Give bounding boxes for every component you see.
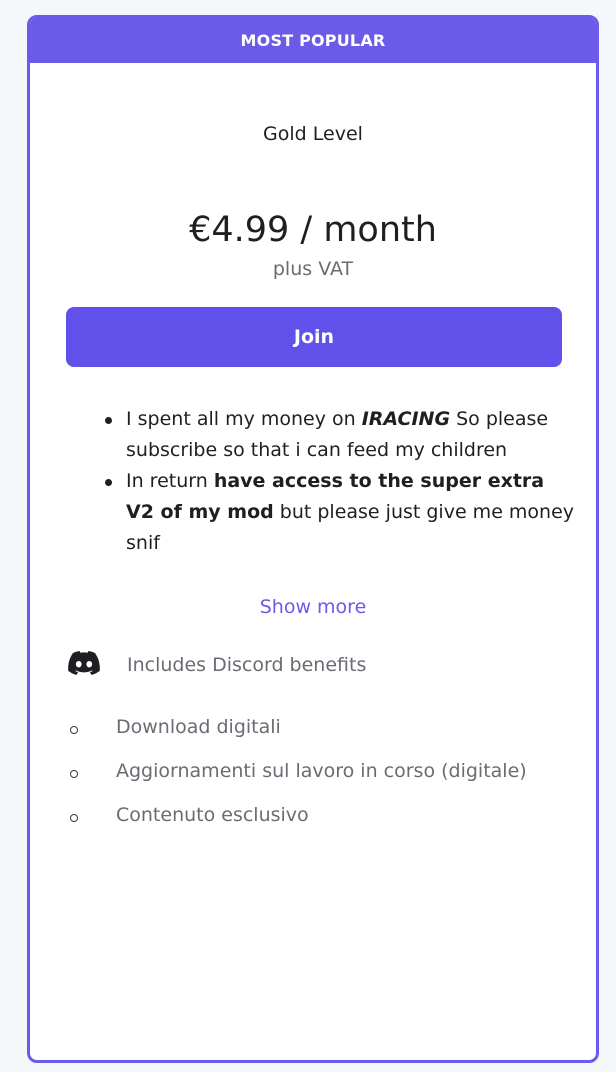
tier-description-list: I spent all my money on IRACING So pleas… <box>105 404 576 559</box>
discord-benefit-row: Includes Discord benefits <box>68 651 366 679</box>
circle-bullet-icon <box>70 770 78 778</box>
circle-bullet-icon <box>70 726 78 734</box>
tier-name: Gold Level <box>263 123 363 145</box>
discord-icon <box>68 651 100 679</box>
benefit-item: Download digitali <box>68 712 527 756</box>
benefit-label: Download digitali <box>116 716 281 738</box>
tier-price: €4.99 / month <box>189 210 437 250</box>
description-text: I spent all my money on <box>126 408 362 430</box>
benefit-item: Contenuto esclusivo <box>68 800 527 844</box>
circle-bullet-icon <box>70 814 78 822</box>
benefit-label: Aggiornamenti sul lavoro in corso (digit… <box>116 760 527 782</box>
bullet-icon <box>105 417 112 424</box>
discord-benefit-label: Includes Discord benefits <box>127 654 367 676</box>
benefit-item: Aggiornamenti sul lavoro in corso (digit… <box>68 756 527 800</box>
tax-note: plus VAT <box>272 258 354 280</box>
banner-label: MOST POPULAR <box>240 31 386 50</box>
most-popular-banner: MOST POPULAR <box>30 18 596 63</box>
pricing-card: MOST POPULAR Gold Level €4.99 / month pl… <box>27 15 599 1063</box>
benefit-label: Contenuto esclusivo <box>116 804 309 826</box>
description-emphasis: IRACING <box>361 408 451 430</box>
benefits-list: Download digitali Aggiornamenti sul lavo… <box>68 712 527 844</box>
join-button[interactable]: Join <box>66 307 562 367</box>
bullet-icon <box>105 479 112 486</box>
show-more-link[interactable]: Show more <box>30 596 596 618</box>
description-item: I spent all my money on IRACING So pleas… <box>105 404 576 466</box>
description-text: In return <box>126 470 214 492</box>
description-item: In return have access to the super extra… <box>105 466 576 559</box>
